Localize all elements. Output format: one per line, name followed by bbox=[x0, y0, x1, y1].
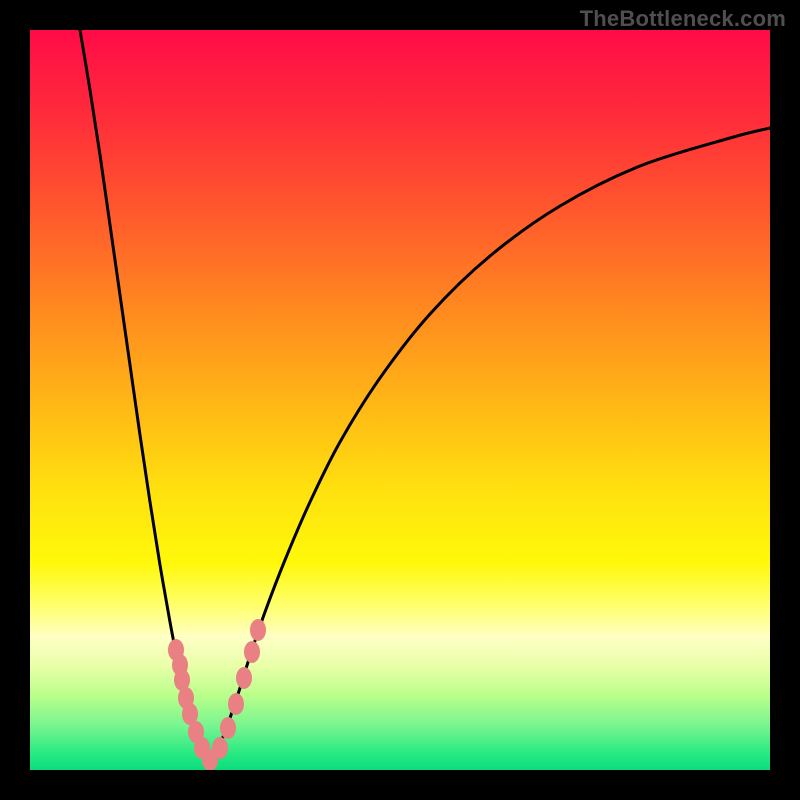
curve-left-branch bbox=[80, 30, 210, 762]
marker-point bbox=[212, 737, 228, 759]
marker-point bbox=[250, 619, 266, 641]
marker-point bbox=[244, 641, 260, 663]
chart-curve-layer bbox=[30, 30, 770, 770]
marker-point bbox=[220, 717, 236, 739]
marker-point bbox=[236, 667, 252, 689]
curve-right-branch bbox=[210, 128, 770, 762]
chart-frame: TheBottleneck.com bbox=[0, 0, 800, 800]
chart-plot-area bbox=[30, 30, 770, 770]
watermark-text: TheBottleneck.com bbox=[580, 6, 786, 32]
marker-point bbox=[228, 693, 244, 715]
